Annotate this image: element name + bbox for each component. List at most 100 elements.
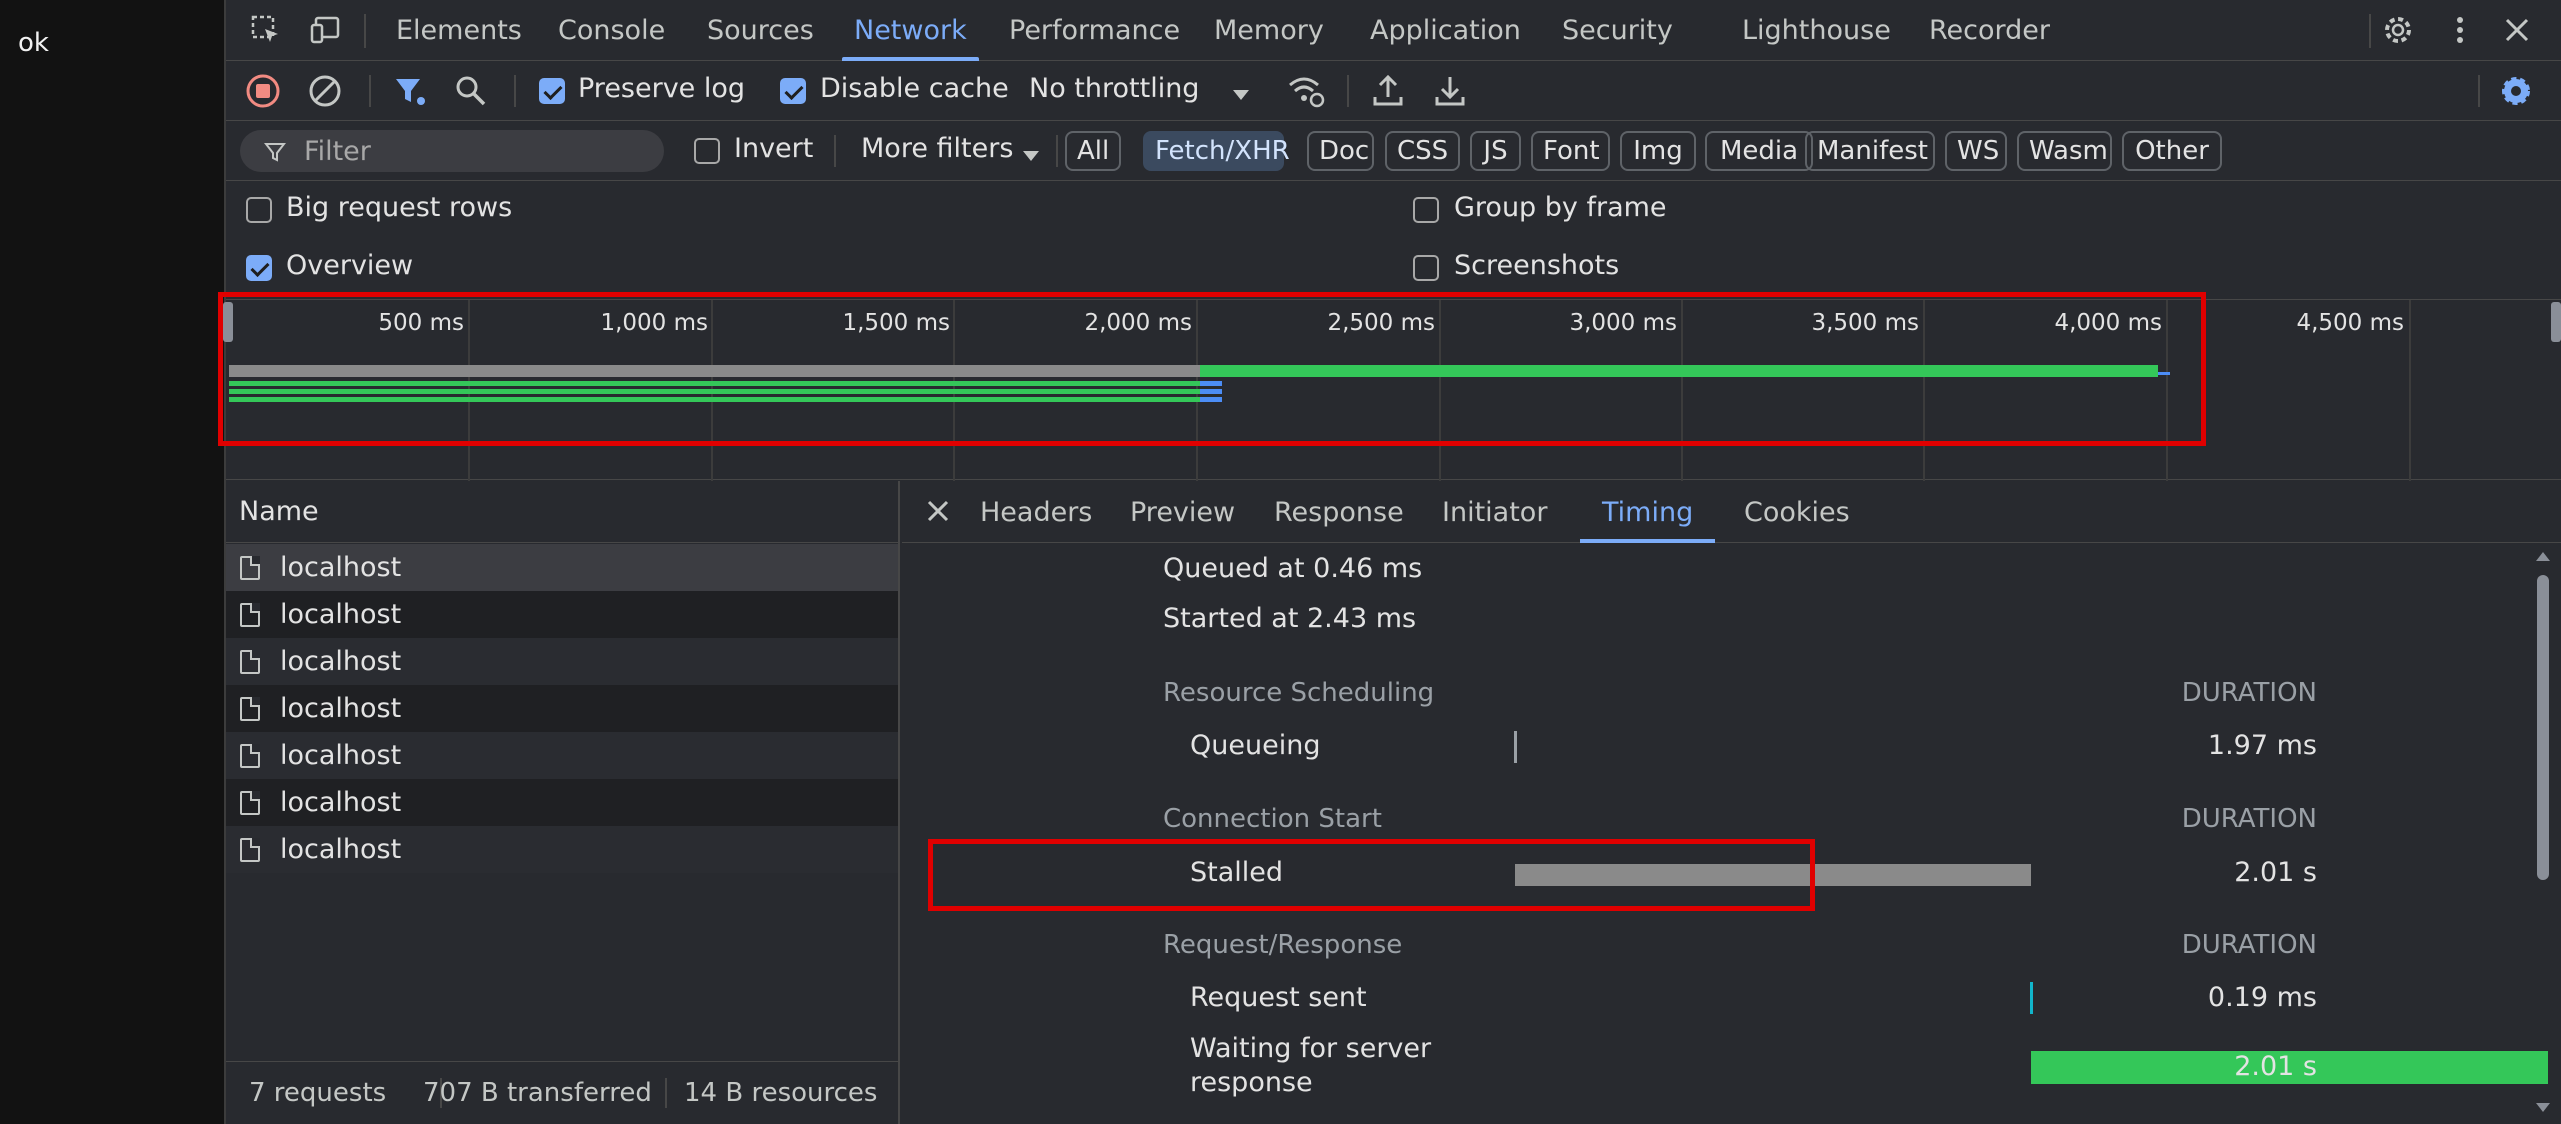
document-icon: [240, 556, 260, 580]
filter-type-ws[interactable]: WS: [1945, 131, 2007, 171]
network-settings-gear-icon[interactable]: [2498, 73, 2534, 109]
clear-icon[interactable]: [307, 73, 343, 109]
request-row[interactable]: localhost: [226, 685, 898, 732]
tab-performance[interactable]: Performance: [1009, 0, 1180, 61]
close-devtools-icon[interactable]: [2499, 12, 2535, 48]
import-har-icon[interactable]: [1370, 73, 1406, 109]
more-options-icon[interactable]: [2442, 12, 2478, 48]
export-har-icon[interactable]: [1432, 73, 1468, 109]
grid-line: [2166, 300, 2168, 481]
preserve-log-checkbox[interactable]: [539, 78, 565, 104]
tab-security[interactable]: Security: [1562, 0, 1673, 61]
tab-cookies[interactable]: Cookies: [1744, 481, 1850, 543]
overview-bar-request: [229, 389, 1200, 394]
tab-response[interactable]: Response: [1274, 481, 1404, 543]
tab-recorder[interactable]: Recorder: [1929, 0, 2050, 61]
tick-label: 3,500 ms: [1811, 310, 1919, 336]
document-icon: [240, 791, 260, 815]
tick-label: 1,500 ms: [842, 310, 950, 336]
filter-type-manifest[interactable]: Manifest: [1805, 131, 1935, 171]
disable-cache-checkbox[interactable]: [780, 78, 806, 104]
tick-label: 1,000 ms: [600, 310, 708, 336]
filter-type-font[interactable]: Font: [1531, 131, 1610, 171]
chevron-down-icon[interactable]: [1022, 147, 1040, 166]
search-icon[interactable]: [453, 73, 489, 109]
filter-type-img[interactable]: Img: [1620, 131, 1696, 171]
device-toolbar-icon[interactable]: [308, 12, 344, 48]
timing-value-queueing: 1.97 ms: [2207, 730, 2317, 761]
tab-timing[interactable]: Timing: [1579, 481, 1716, 543]
stalled-bar: [1515, 864, 2031, 886]
big-request-rows-label[interactable]: Big request rows: [286, 192, 512, 223]
tick-label: 4,000 ms: [2054, 310, 2162, 336]
filter-type-all[interactable]: All: [1065, 131, 1121, 171]
overview-bar-stalled: [229, 365, 1200, 377]
tab-sources[interactable]: Sources: [707, 0, 814, 61]
inspect-element-icon[interactable]: [248, 12, 284, 48]
chevron-down-icon[interactable]: [1232, 86, 1250, 105]
section-title: Request/Response: [1163, 930, 1403, 960]
request-row[interactable]: localhost: [226, 779, 898, 826]
group-by-frame-checkbox[interactable]: [1413, 197, 1439, 223]
tab-network[interactable]: Network: [842, 0, 979, 61]
preserve-log-label[interactable]: Preserve log: [578, 73, 745, 104]
filter-funnel-icon[interactable]: [392, 73, 428, 109]
request-row[interactable]: localhost: [226, 826, 898, 873]
request-row[interactable]: localhost: [226, 732, 898, 779]
settings-gear-icon[interactable]: [2380, 12, 2416, 48]
filter-bar: Filter Invert More filters All Fetch/XHR…: [226, 121, 2561, 181]
record-stop-icon[interactable]: [245, 73, 281, 109]
tab-lighthouse[interactable]: Lighthouse: [1742, 0, 1891, 61]
transferred-size: 707 B transferred: [423, 1078, 652, 1108]
filter-type-media[interactable]: Media: [1705, 131, 1813, 171]
name-column-header[interactable]: Name: [226, 481, 898, 543]
overview-checkbox[interactable]: [246, 255, 272, 281]
duration-header: DURATION: [2181, 804, 2317, 834]
request-row[interactable]: localhost: [226, 544, 898, 591]
screenshots-checkbox[interactable]: [1413, 255, 1439, 281]
filter-type-js[interactable]: JS: [1470, 131, 1521, 171]
scroll-up-icon[interactable]: [2535, 547, 2551, 566]
network-toolbar: Preserve log Disable cache No throttling: [226, 61, 2561, 121]
filter-type-fetch-xhr[interactable]: Fetch/XHR: [1143, 131, 1290, 171]
filter-input[interactable]: Filter: [240, 130, 664, 172]
group-by-frame-label[interactable]: Group by frame: [1454, 192, 1667, 223]
tab-console[interactable]: Console: [558, 0, 665, 61]
tick-label: 500 ms: [378, 310, 464, 336]
throttling-select[interactable]: No throttling: [1029, 73, 1199, 104]
big-request-rows-checkbox[interactable]: [246, 197, 272, 223]
more-filters-dropdown[interactable]: More filters: [861, 133, 1013, 164]
network-settings: Big request rows Group by frame Overview…: [226, 181, 2561, 299]
tab-elements[interactable]: Elements: [396, 0, 522, 61]
filter-type-css[interactable]: CSS: [1385, 131, 1460, 171]
scrollbar-thumb[interactable]: [2537, 575, 2549, 880]
tab-preview[interactable]: Preview: [1130, 481, 1235, 543]
request-row[interactable]: localhost: [226, 638, 898, 685]
tab-initiator[interactable]: Initiator: [1442, 481, 1547, 543]
invert-label[interactable]: Invert: [734, 133, 813, 164]
filter-type-wasm[interactable]: Wasm: [2017, 131, 2112, 171]
scroll-down-icon[interactable]: [2535, 1099, 2551, 1118]
close-icon[interactable]: [926, 499, 950, 527]
tab-memory[interactable]: Memory: [1214, 0, 1324, 61]
overview-bar-request: [229, 397, 1200, 402]
network-conditions-icon[interactable]: [1286, 73, 1326, 109]
tab-headers[interactable]: Headers: [980, 481, 1092, 543]
network-overview[interactable]: 500 ms 1,000 ms 1,500 ms 2,000 ms 2,500 …: [223, 299, 2561, 481]
request-row[interactable]: localhost: [226, 591, 898, 638]
screenshots-label[interactable]: Screenshots: [1454, 250, 1619, 281]
scrollbar[interactable]: [2528, 543, 2558, 1124]
screen: ok Elements Console Sources Network Perf…: [0, 0, 2561, 1124]
filter-type-other[interactable]: Other: [2122, 131, 2222, 171]
request-name: localhost: [280, 787, 402, 818]
overview-label[interactable]: Overview: [286, 250, 413, 281]
tab-application[interactable]: Application: [1370, 0, 1521, 61]
overview-left-handle[interactable]: [223, 302, 233, 342]
queueing-bar: [1514, 731, 1517, 763]
filter-type-doc[interactable]: Doc: [1307, 131, 1374, 171]
disable-cache-label[interactable]: Disable cache: [820, 73, 1009, 104]
overview-right-handle[interactable]: [2551, 302, 2561, 342]
overview-bar-download: [2158, 372, 2170, 375]
invert-checkbox[interactable]: [694, 138, 720, 164]
request-name: localhost: [280, 740, 402, 771]
